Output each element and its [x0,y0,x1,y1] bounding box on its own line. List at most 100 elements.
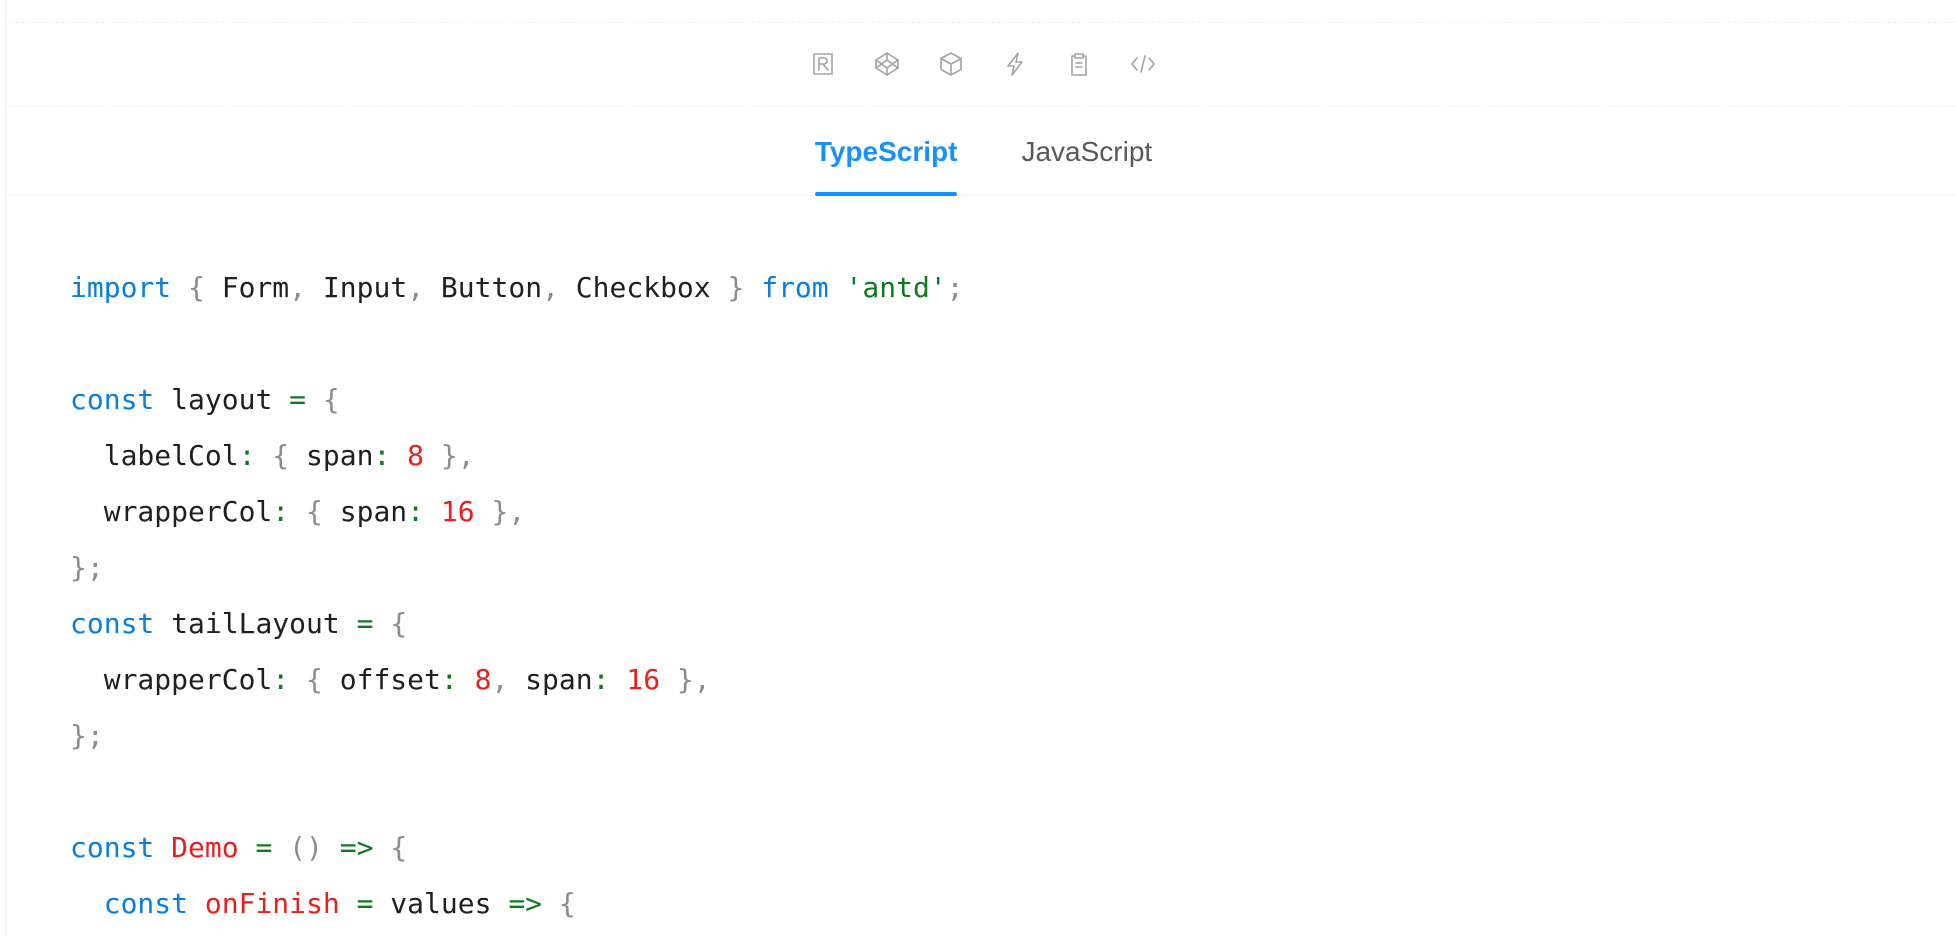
code-token: onFinish [204,887,340,920]
code-box: TypeScript JavaScript import { Form, Inp… [5,0,1956,936]
code-line: wrapperCol: { offset: 8, span: 16 }, [70,652,964,708]
code-toggle-icon[interactable] [1123,44,1163,84]
code-token: () [289,831,323,864]
code-token: Form [204,271,290,304]
code-token: }, [491,495,526,528]
code-token: : [440,663,458,696]
code-line: wrapperCol: { span: 16 }, [70,484,964,540]
code-token: { [188,271,205,304]
code-token: from [761,271,829,304]
code-token: tailLayout [154,607,357,640]
code-token: Checkbox [558,271,728,304]
code-token: = [356,887,374,920]
code-token: layout [154,383,290,416]
code-token: 16 [626,663,661,696]
code-token: { [390,607,408,640]
code-token: { [306,495,323,528]
code-token: => [339,831,374,864]
code-line: labelCol: { span: 8 }, [70,428,964,484]
code-token: : [407,495,425,528]
code-token: wrapperCol [70,663,273,696]
copy-icon[interactable] [1059,44,1099,84]
code-token: Button [424,271,543,304]
code-line: const tailLayout = { [70,596,964,652]
code-token: Input [306,271,408,304]
sandbox-box-icon[interactable] [931,44,971,84]
code-token: } [727,271,745,304]
tab-typescript[interactable]: TypeScript [814,107,957,196]
code-token: { [306,663,323,696]
code-line: import { Form, Input, Button, Checkbox }… [70,260,964,316]
codesandbox-icon[interactable] [803,44,843,84]
code-token: , [542,271,559,304]
code-box-actions [6,22,1956,107]
code-line: const onFinish = values => { [70,876,964,932]
code-token: const [70,607,155,640]
code-block: import { Form, Input, Button, Checkbox }… [70,260,964,932]
code-token: => [508,887,543,920]
code-token: const [70,383,155,416]
code-token: 8 [407,439,425,472]
code-line: }; [70,540,964,596]
code-token: = [356,607,374,640]
code-token: const [70,831,155,864]
code-token: labelCol [70,439,239,472]
code-token: offset [322,663,441,696]
code-token: { [558,887,576,920]
code-token: { [272,439,290,472]
code-token: { [390,831,408,864]
code-token: = [255,831,273,864]
code-token: span [289,439,374,472]
stackblitz-icon[interactable] [995,44,1035,84]
code-token: }; [70,719,104,752]
tab-javascript[interactable]: JavaScript [1021,107,1152,195]
code-token: const [103,887,189,920]
code-token: span [322,495,408,528]
code-token: , [491,663,509,696]
code-token: }; [70,551,104,584]
code-token: import [70,271,172,304]
code-line: }; [70,708,964,764]
codepen-icon[interactable] [867,44,907,84]
code-token: Demo [171,831,239,864]
code-line: const Demo = () => { [70,820,964,876]
code-line: const layout = { [70,372,964,428]
code-token: : [373,439,391,472]
code-token: : [238,439,256,472]
code-token: }, [440,439,475,472]
code-token: = [289,383,307,416]
code-token: wrapperCol [70,495,273,528]
code-token: ; [946,271,964,304]
code-token: , [289,271,307,304]
code-token: values [373,887,509,920]
code-token: 'antd' [845,271,947,304]
code-token: : [272,663,290,696]
code-token: span [508,663,593,696]
code-token: { [322,383,340,416]
code-token: , [407,271,425,304]
code-token: : [592,663,610,696]
